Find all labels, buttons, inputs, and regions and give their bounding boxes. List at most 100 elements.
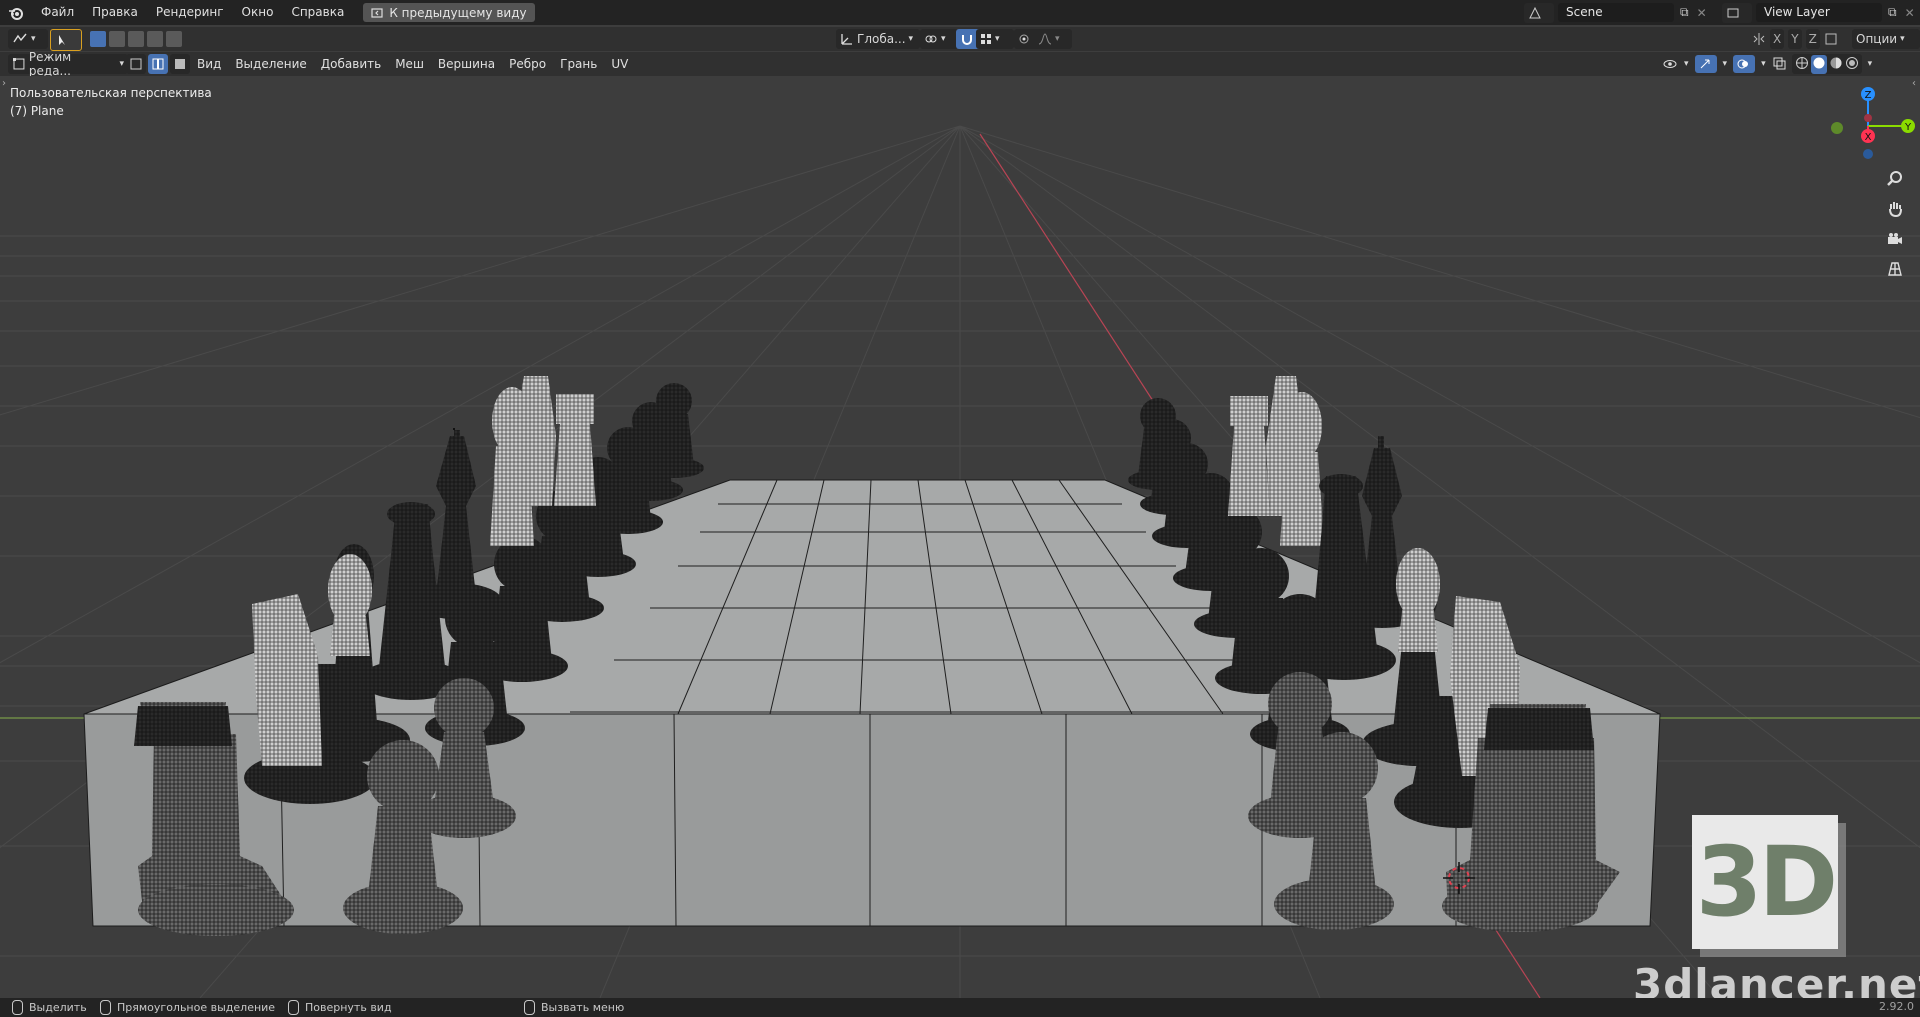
overlay-toggle[interactable] — [1733, 55, 1756, 73]
select-invert-icon[interactable] — [147, 31, 163, 47]
edge-select-icon[interactable] — [148, 54, 168, 74]
visibility-eye-icon[interactable] — [1662, 57, 1678, 71]
light-knight-front — [252, 594, 322, 766]
editor-type-button[interactable]: ▾ — [8, 29, 48, 49]
menu-file[interactable]: Файл — [32, 0, 83, 25]
wireframe-shading-icon[interactable] — [1795, 56, 1809, 73]
pan-button[interactable] — [1882, 196, 1908, 222]
solid-shading-icon[interactable] — [1810, 54, 1827, 74]
status-menu-label: Вызвать меню — [541, 1001, 625, 1014]
viewport-menu: Вид Выделение Добавить Меш Вершина Ребро… — [190, 52, 635, 76]
watermark-badge: 3D — [1692, 815, 1838, 949]
light-bishop-front — [1396, 548, 1440, 652]
menu-vertex[interactable]: Вершина — [431, 57, 502, 71]
menu-add[interactable]: Добавить — [314, 57, 388, 71]
camera-icon — [1888, 233, 1902, 244]
select-subtract-icon[interactable] — [128, 31, 144, 47]
view-layer-close-icon[interactable]: ✕ — [1905, 6, 1915, 20]
menu-select[interactable]: Выделение — [228, 57, 313, 71]
scene-name-field[interactable]: Scene — [1558, 3, 1674, 22]
menu-view[interactable]: Вид — [190, 57, 228, 71]
light-rook — [554, 394, 596, 506]
scene-copy-icon[interactable]: ⧉ — [1680, 5, 1689, 20]
menu-mesh[interactable]: Меш — [388, 57, 431, 71]
gizmo-toggle[interactable] — [1694, 55, 1717, 73]
mirror-axes-group: X Y Z — [1752, 29, 1838, 49]
select-mode-group — [126, 54, 190, 74]
face-select-icon[interactable] — [170, 54, 190, 74]
status-box-select: Прямоугольное выделение — [100, 1000, 275, 1015]
navigation-gizmo[interactable]: Z Y X — [1810, 76, 1920, 166]
scene-close-icon[interactable]: ✕ — [1697, 6, 1707, 20]
mirror-y-toggle[interactable]: Y — [1788, 29, 1802, 49]
3d-viewport[interactable]: Пользовательская перспектива (7) Plane Z… — [0, 76, 1920, 998]
proportional-edit-icon — [1019, 34, 1029, 44]
xray-toggle[interactable] — [1772, 56, 1786, 73]
material-shading-icon[interactable] — [1829, 56, 1843, 73]
mode-dropdown[interactable]: Режим реда... ▾ — [8, 50, 128, 78]
camera-view-button[interactable] — [1882, 226, 1908, 252]
menu-window[interactable]: Окно — [233, 0, 283, 25]
select-tool-button[interactable] — [50, 29, 82, 51]
view-name-label: Пользовательская перспектива — [10, 86, 212, 100]
overlay-icon — [1737, 59, 1749, 69]
falloff-dropdown[interactable]: ▾ — [1034, 29, 1072, 49]
status-bar: Выделить Прямоугольное выделение Поверну… — [0, 998, 1920, 1017]
menu-edge[interactable]: Ребро — [502, 57, 553, 71]
mirror-x-toggle[interactable]: X — [1770, 29, 1785, 49]
scene-icon — [1529, 6, 1541, 18]
top-bar: Файл Правка Рендеринг Окно Справка К пре… — [0, 0, 1920, 25]
view-layer-icon — [1727, 8, 1739, 17]
gizmo-x-label: X — [1865, 132, 1872, 143]
viewport-scene — [0, 125, 1920, 998]
auto-merge-icon[interactable] — [1824, 32, 1838, 46]
mirror-z-toggle[interactable]: Z — [1805, 29, 1820, 49]
tool-header: ▾ Глоба... ▾ ▾ ▾ ▾ X Y Z Опции ▾ — [0, 27, 1920, 51]
viewport-display-controls: ▾ ▾ ▾ ▾ — [1662, 54, 1872, 74]
menu-help[interactable]: Справка — [282, 0, 353, 25]
rendered-shading-icon[interactable] — [1845, 56, 1859, 73]
select-extend-icon[interactable] — [109, 31, 125, 47]
menu-uv[interactable]: UV — [604, 57, 635, 71]
scene-browse-button[interactable] — [1524, 2, 1554, 23]
grid-perspective-icon — [1888, 262, 1902, 276]
view-layer-browse-button[interactable] — [1722, 2, 1752, 23]
snap-target-dropdown[interactable]: ▾ — [976, 29, 1014, 49]
snap-grid-icon — [981, 34, 991, 44]
scene-selector: Scene ⧉ ✕ — [1524, 2, 1707, 23]
select-intersect-icon[interactable] — [166, 31, 182, 47]
shading-mode-group — [1791, 54, 1862, 74]
sidebar-toggle-icon[interactable]: ‹ — [1912, 78, 1916, 89]
light-rook — [1228, 396, 1270, 516]
back-to-previous-button[interactable]: К предыдущему виду — [363, 3, 535, 22]
light-bishop — [490, 387, 534, 546]
view-layer-name-field[interactable]: View Layer — [1756, 3, 1882, 22]
toolbar-toggle-icon[interactable]: › — [2, 78, 6, 89]
magnet-icon — [962, 35, 972, 45]
blender-logo-icon[interactable] — [6, 3, 26, 23]
mouse-drag-icon — [100, 1000, 111, 1015]
menu-render[interactable]: Рендеринг — [147, 0, 233, 25]
mouse-left-icon — [12, 1000, 23, 1015]
perspective-toggle-button[interactable] — [1882, 256, 1908, 282]
status-rotate-label: Повернуть вид — [305, 1001, 392, 1014]
options-dropdown[interactable]: Опции ▾ — [1852, 29, 1920, 49]
zoom-magnifier-icon — [1887, 171, 1902, 186]
select-new-icon[interactable] — [90, 31, 106, 47]
menu-face[interactable]: Грань — [553, 57, 604, 71]
view-layer-copy-icon[interactable]: ⧉ — [1888, 5, 1897, 20]
status-menu: Вызвать меню — [524, 1000, 624, 1015]
editor-type-icon — [13, 33, 27, 43]
menu-edit[interactable]: Правка — [83, 0, 147, 25]
gizmo-arrow-icon — [1700, 59, 1710, 69]
pivot-point-dropdown[interactable]: ▾ — [920, 29, 958, 49]
status-select-label: Выделить — [29, 1001, 87, 1014]
gizmo-z-label: Z — [1865, 90, 1872, 101]
hand-icon — [1889, 202, 1902, 218]
options-label: Опции — [1856, 32, 1898, 46]
transform-orientation-dropdown[interactable]: Глоба... ▾ — [836, 29, 920, 49]
vertex-select-icon[interactable] — [126, 54, 146, 74]
status-select: Выделить — [12, 1000, 87, 1015]
zoom-button[interactable] — [1882, 166, 1908, 192]
mirror-icon — [1753, 33, 1765, 45]
